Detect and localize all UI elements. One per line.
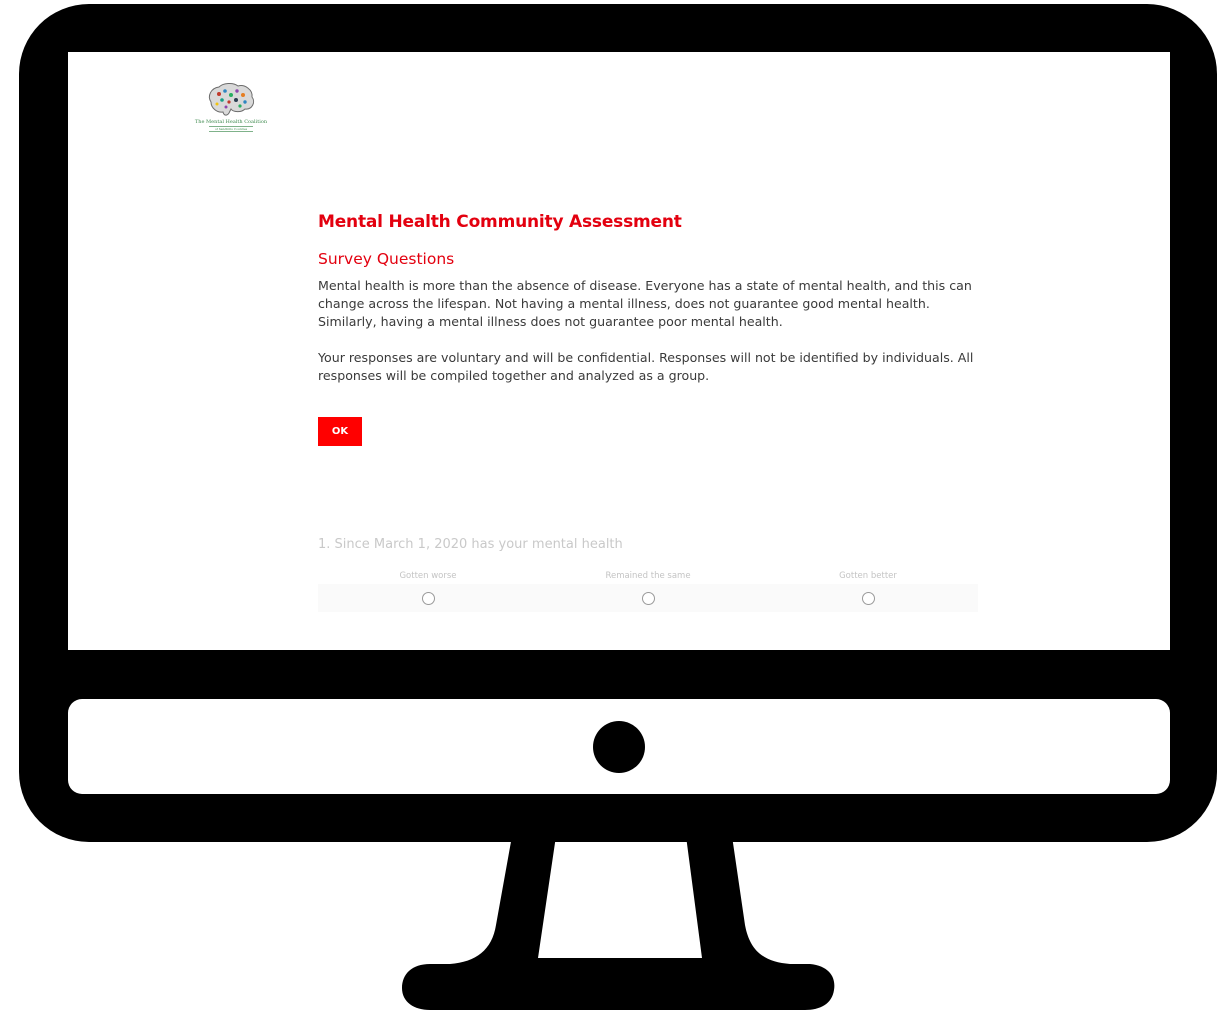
monitor-stand <box>402 836 835 1010</box>
logo-subtitle: of Sandhills Counties <box>208 126 254 132</box>
option-label-gotten-better: Gotten better <box>839 571 897 581</box>
survey-intro: Mental Health Community Assessment Surve… <box>318 212 978 446</box>
option-label-remained-same: Remained the same <box>605 571 691 581</box>
survey-title: Mental Health Community Assessment <box>318 212 682 232</box>
power-button-icon <box>593 721 645 773</box>
question-1: 1. Since March 1, 2020 has your mental h… <box>318 537 978 612</box>
section-title: Survey Questions <box>318 250 455 268</box>
ok-button[interactable]: OK <box>318 417 362 446</box>
radio-gotten-better[interactable] <box>861 591 875 605</box>
radio-remained-same[interactable] <box>641 591 655 605</box>
logo-name: The Mental Health Coalition <box>194 119 268 125</box>
option-label-gotten-worse: Gotten worse <box>399 571 457 581</box>
intro-paragraph: Mental health is more than the absence o… <box>318 278 972 329</box>
coalition-logo: The Mental Health Coalition of Sandhills… <box>193 82 269 132</box>
option-labels: Gotten worse Remained the same Gotten be… <box>318 571 978 581</box>
options-row <box>318 584 978 612</box>
brain-logo-icon <box>208 83 255 116</box>
radio-gotten-worse[interactable] <box>421 591 435 605</box>
screen: The Mental Health Coalition of Sandhills… <box>68 52 1170 650</box>
question-text: 1. Since March 1, 2020 has your mental h… <box>318 537 623 552</box>
privacy-paragraph: Your responses are voluntary and will be… <box>318 350 974 383</box>
